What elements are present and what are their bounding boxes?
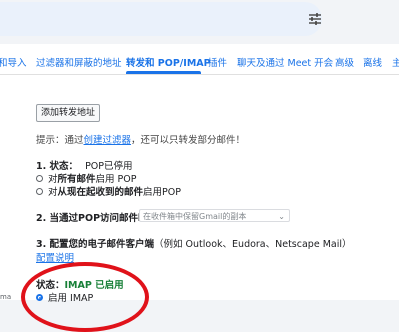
search-bar[interactable] [0,2,322,36]
tab-advanced[interactable]: 高级 [335,55,354,69]
pop-access-text: 2. 当通过POP访问邮件时 [36,213,148,224]
client-config-hint: （例如 Outlook、Eudora、Netscape Mail） [154,239,352,250]
option-text: 启用 IMAP [48,293,94,304]
tab-chat-meet[interactable]: 聊天及通过 Meet 开会 [237,55,333,69]
pop-access-label: 2. 当通过POP访问邮件时 [36,210,148,224]
radio-button[interactable] [36,188,43,195]
pop-access-select[interactable]: 在收件箱中保留Gmail的副本 ⌄ [139,209,290,222]
select-value: 在收件箱中保留Gmail的副本 [143,212,247,221]
tip-suffix: ，还可以只转发部分邮件！ [131,135,246,146]
tab-offline[interactable]: 离线 [363,55,382,69]
option-text: 对 [48,187,58,198]
tip-prefix: 提示：通过 [36,135,84,146]
option-text: 启用POP [143,187,181,198]
option-text-bold: 从现在起收到的邮件 [57,187,144,198]
tune-icon[interactable] [307,11,323,27]
tab-themes[interactable]: 主 [392,55,399,69]
radio-button[interactable] [36,175,43,182]
forwarding-tip: 提示：通过创建过滤器，还可以只转发部分邮件！ [36,132,245,146]
pop-status: 1. 状态： POP已停用 [36,158,133,172]
settings-tabs: 和导入 过滤器和屏蔽的地址 转发和 POP/IMAP 插件 聊天及通过 Meet… [0,44,399,75]
pop-all-mail-option[interactable]: 对所有邮件启用 POP [36,171,137,185]
chevron-down-icon: ⌄ [278,212,285,221]
config-instructions: 配置说明 [36,250,74,264]
tab-import[interactable]: 和导入 [0,55,27,69]
tab-forwarding-pop-imap[interactable]: 转发和 POP/IMAP [126,55,211,69]
tab-filters[interactable]: 过滤器和屏蔽的地址 [36,55,122,69]
client-config-section: 3. 配置您的电子邮件客户端（例如 Outlook、Eudora、Netscap… [36,236,352,250]
imap-status: 状态：IMAP 已启用 [36,277,124,291]
add-forwarding-address-button[interactable]: 添加转发地址 [36,104,101,122]
settings-panel: 和导入 过滤器和屏蔽的地址 转发和 POP/IMAP 插件 聊天及通过 Meet… [0,44,399,304]
pop-from-now-option[interactable]: 对从现在起收到的邮件启用POP [36,184,181,198]
config-instructions-link[interactable]: 配置说明 [36,253,74,264]
active-tab-indicator [126,71,201,74]
imap-enable-option[interactable]: 启用 IMAP [36,290,93,304]
create-filter-link[interactable]: 创建过滤器 [84,135,132,146]
client-config-label: 3. 配置您的电子邮件客户端 [36,239,155,250]
tab-addons[interactable]: 插件 [208,55,227,69]
